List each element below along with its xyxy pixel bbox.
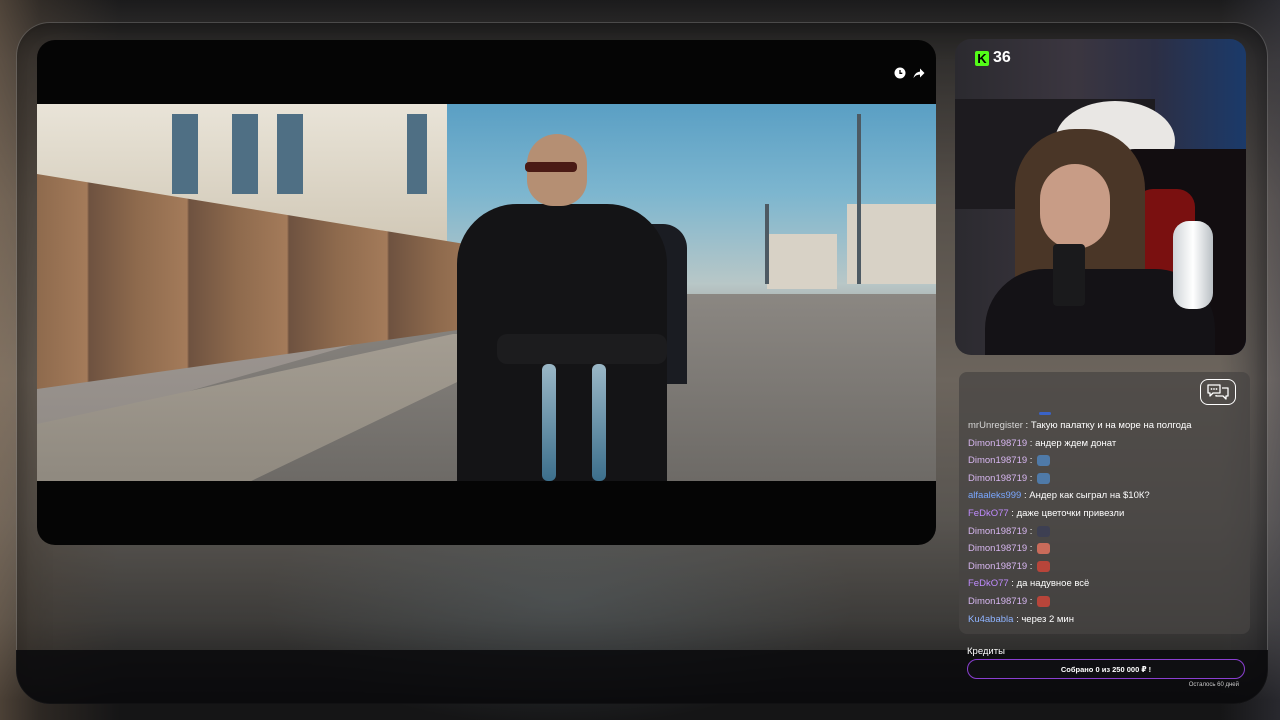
credits-progress-label: Собрано 0 из 250 000 ₽ ! <box>1060 664 1152 674</box>
emote-icon <box>1037 525 1051 537</box>
chat-message: Dimon198719 : <box>968 470 1244 488</box>
chat-separator: : <box>1008 507 1017 519</box>
chat-username[interactable]: Dimon198719 <box>968 543 1027 554</box>
chat-separator: : <box>1027 595 1036 607</box>
credits-title: Кредиты <box>967 646 1005 657</box>
chat-text: андер ждем донат <box>1035 437 1117 449</box>
video-frame <box>37 104 936 481</box>
chat-text: даже цветочки привезли <box>1016 507 1125 519</box>
chat-username[interactable]: Dimon198719 <box>968 561 1027 572</box>
share-icon[interactable] <box>912 67 925 80</box>
chat-message: FeDkO77 : даже цветочки привезли <box>968 505 1244 523</box>
chat-username[interactable]: alfaaleks999 <box>968 490 1021 501</box>
chat-message: Dimon198719 : <box>968 593 1244 611</box>
mug <box>1053 244 1085 306</box>
chat-separator: : <box>1022 420 1031 431</box>
webcam-feed: K 36 <box>955 39 1246 355</box>
chat-text: Такую палатку и на море на полгода <box>1030 420 1192 431</box>
chat-message: FeDkO77 : да надувное всё <box>968 575 1244 593</box>
chat-separator: : <box>1027 560 1036 572</box>
credits-progress-bar[interactable]: Собрано 0 из 250 000 ₽ ! <box>967 659 1245 679</box>
emote-icon <box>1037 543 1051 555</box>
chat-separator: : <box>1008 578 1017 590</box>
scroll-indicator <box>1039 412 1051 415</box>
chat-separator: : <box>1027 525 1036 537</box>
chat-message: Dimon198719 : <box>968 523 1244 541</box>
chat-message: Dimon198719 : <box>968 540 1244 558</box>
chat-username[interactable]: Dimon198719 <box>968 455 1027 466</box>
stream-overlay: K 36 mrUnregister : Такую палатку и на м… <box>0 0 1280 720</box>
chat-username[interactable]: Dimon198719 <box>968 596 1027 607</box>
chat-username[interactable]: Dimon198719 <box>968 473 1027 484</box>
rider <box>457 134 707 481</box>
street-lamp <box>765 204 769 284</box>
chat-username[interactable]: mrUnregister <box>968 420 1023 431</box>
clock-icon[interactable] <box>893 67 906 80</box>
chat-text: через 2 мин <box>1021 613 1074 625</box>
chat-text: да надувное всё <box>1016 578 1090 590</box>
credits-remaining: Осталось 60 дней <box>1188 682 1239 688</box>
street-lamp <box>857 114 861 284</box>
chat-separator: : <box>1027 472 1036 484</box>
emote-icon <box>1037 595 1051 607</box>
chat-message: Dimon198719 : андер ждем донат <box>968 435 1244 453</box>
emote-icon <box>1037 455 1051 467</box>
video-player[interactable] <box>37 40 936 545</box>
chat-message: Dimon198719 : <box>968 558 1244 576</box>
chat-username[interactable]: FeDkO77 <box>968 578 1009 589</box>
chat-username[interactable]: FeDkO77 <box>968 508 1009 519</box>
emote-icon <box>1037 472 1051 484</box>
bike <box>497 324 667 481</box>
viewer-count: 36 <box>993 49 1011 66</box>
chat-message: alfaaleks999 : Андер как сыграл на $10К? <box>968 487 1244 505</box>
chat-username[interactable]: Ku4ababla <box>968 614 1013 625</box>
emote-icon <box>1037 560 1051 572</box>
chat-separator: : <box>1027 455 1036 467</box>
distant-house <box>767 234 837 289</box>
viewer-badge: K 36 <box>975 48 1011 68</box>
chat-panel[interactable]: mrUnregister : Такую палатку и на море н… <box>959 372 1250 634</box>
kick-logo-icon: K <box>975 50 989 66</box>
chat-separator: : <box>1027 543 1036 555</box>
chat-separator: : <box>1027 437 1036 449</box>
chat-message: mrUnregister : Такую палатку и на море н… <box>968 417 1244 435</box>
chat-username[interactable]: Dimon198719 <box>968 526 1027 537</box>
microphone <box>1173 221 1213 309</box>
chat-message: Ku4ababla : через 2 мин <box>968 611 1244 629</box>
chat-message: Dimon198719 : <box>968 452 1244 470</box>
chat-username[interactable]: Dimon198719 <box>968 438 1027 449</box>
chat-bubbles-icon[interactable] <box>1200 379 1236 405</box>
chat-text: Андер как сыграл на $10К? <box>1029 490 1150 502</box>
chat-message-list[interactable]: mrUnregister : Такую палатку и на море н… <box>968 417 1244 628</box>
